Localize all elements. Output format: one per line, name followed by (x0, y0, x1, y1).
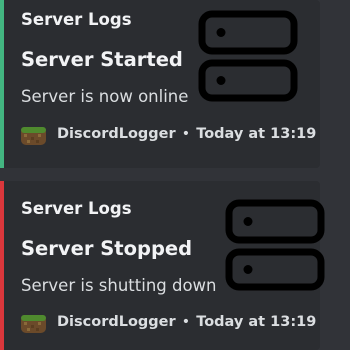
embed-title: Server Started (21, 48, 183, 71)
server-icon (225, 199, 325, 291)
grass-block-avatar-icon (21, 315, 46, 333)
embed-title: Server Stopped (21, 237, 193, 260)
embed-description: Server is now online (21, 87, 189, 106)
footer-bot-name: DiscordLogger (57, 126, 176, 142)
embed-description: Server is shutting down (21, 276, 217, 295)
embed-footer: DiscordLogger • Today at 13:19 (21, 310, 316, 334)
embed-author: Server Logs (21, 10, 132, 29)
embed-footer: DiscordLogger • Today at 13:19 (21, 122, 316, 146)
server-icon (198, 10, 298, 102)
footer-timestamp: Today at 13:19 (196, 126, 317, 142)
footer-bot-name: DiscordLogger (57, 314, 176, 330)
embed-server-started: Server Logs Server Started Server is now… (0, 0, 320, 168)
embed-server-stopped: Server Logs Server Stopped Server is shu… (0, 181, 325, 350)
embed-accent-bar (0, 181, 4, 350)
embed-author: Server Logs (21, 199, 132, 218)
footer-separator: • (181, 314, 191, 330)
embed-accent-bar (0, 0, 4, 168)
footer-timestamp: Today at 13:19 (196, 314, 317, 330)
footer-separator: • (181, 126, 191, 142)
grass-block-avatar-icon (21, 127, 46, 145)
